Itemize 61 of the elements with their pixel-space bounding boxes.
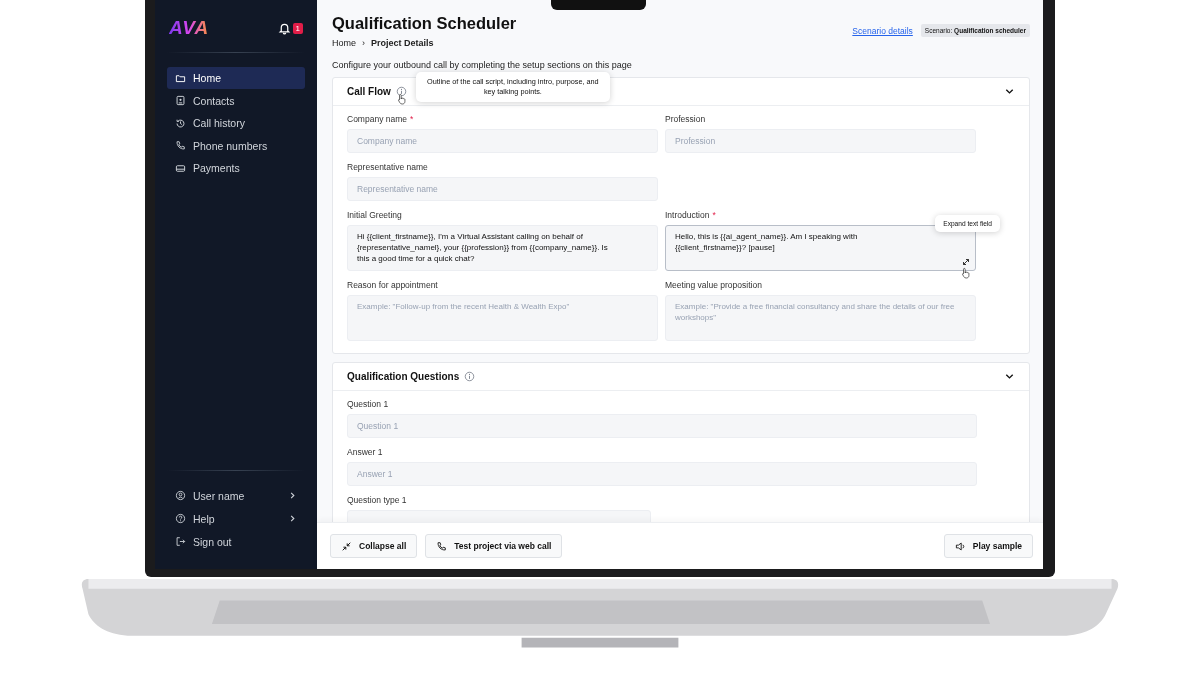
field-label: Representative name (347, 162, 428, 172)
action-button[interactable]: Collapse all (330, 534, 418, 558)
nav-item[interactable]: Payments (167, 157, 305, 179)
card-icon (175, 162, 186, 174)
field-label: Answer 1 (347, 447, 383, 457)
expand-icon[interactable] (961, 257, 971, 267)
collapse-icon (341, 540, 352, 552)
chevron-right-icon (288, 491, 297, 501)
text-field[interactable]: Profession (665, 129, 976, 153)
field-label: Profession (665, 114, 706, 124)
section-title: Qualification Questions (347, 371, 460, 382)
speaker-icon (954, 540, 966, 552)
nav-item[interactable]: Call history (167, 112, 305, 134)
user-icon (175, 490, 186, 502)
contact-card-icon (175, 95, 186, 106)
field-label: Initial Greeting (347, 210, 402, 220)
chevron-right-icon (288, 514, 297, 524)
required-mark: * (410, 114, 414, 124)
phone-icon (436, 540, 448, 552)
breadcrumb-separator: › (362, 38, 365, 48)
field-label: Question 1 (347, 399, 389, 409)
nav-item[interactable]: Home (167, 67, 305, 89)
info-icon[interactable] (395, 86, 407, 97)
menu-item[interactable]: User name (167, 484, 305, 507)
field-label: Introduction (665, 210, 710, 220)
folder-icon (175, 72, 186, 84)
notification-badge: 1 (292, 22, 303, 34)
intro-text: Configure your outbound call by completing the setup sections on this page (332, 60, 633, 70)
action-button[interactable]: Test project via web call (425, 534, 563, 558)
action-button[interactable]: Play sample (943, 534, 1033, 558)
help-icon (175, 513, 186, 525)
bell-icon[interactable] (277, 21, 291, 35)
field-label: Meeting value proposition (665, 280, 762, 290)
sign-out-icon (175, 536, 186, 548)
field-label: Company name (347, 114, 407, 124)
text-area[interactable]: Example: "Provide a free financial consultancy and share the details of our free workshops" (665, 295, 976, 341)
page-title: Qualification Scheduler (332, 14, 517, 33)
field-label: Question type 1 (347, 495, 407, 505)
phone-icon (175, 140, 186, 151)
scenario-details-link[interactable]: Scenario details (852, 25, 913, 36)
hand-cursor-icon (396, 93, 407, 105)
hand-cursor-icon (961, 267, 971, 279)
nav-item[interactable]: Contacts (167, 89, 305, 112)
text-area[interactable]: Hi {{client_firstname}}, I'm a Virtual Assistant calling on behalf of {representative_namel}, your {{profession}} from {{company_name}}. Is this a good time for a quick chat? (347, 225, 658, 271)
chevron-down-icon[interactable] (1004, 86, 1015, 97)
menu-item[interactable]: Help (167, 507, 305, 530)
field-label: Reason for appointment (347, 280, 438, 290)
info-icon[interactable] (464, 371, 476, 382)
breadcrumb-item[interactable]: Home (332, 38, 356, 48)
text-field[interactable]: Question 1 (347, 414, 977, 438)
text-area[interactable]: Example: "Follow-up from the recent Health & Wealth Expo" (347, 295, 658, 341)
nav-item[interactable]: Phone numbers (167, 134, 305, 157)
required-mark: * (712, 210, 716, 220)
history-icon (175, 117, 186, 129)
chevron-down-icon[interactable] (1004, 371, 1015, 382)
menu-item[interactable]: Sign out (167, 530, 305, 553)
text-field[interactable]: Representative name (347, 177, 658, 201)
text-field[interactable]: Company name (347, 129, 658, 153)
text-field[interactable]: Answer 1 (347, 462, 977, 486)
section-title: Call Flow (347, 86, 391, 97)
breadcrumb-item[interactable]: Project Details (371, 38, 434, 48)
